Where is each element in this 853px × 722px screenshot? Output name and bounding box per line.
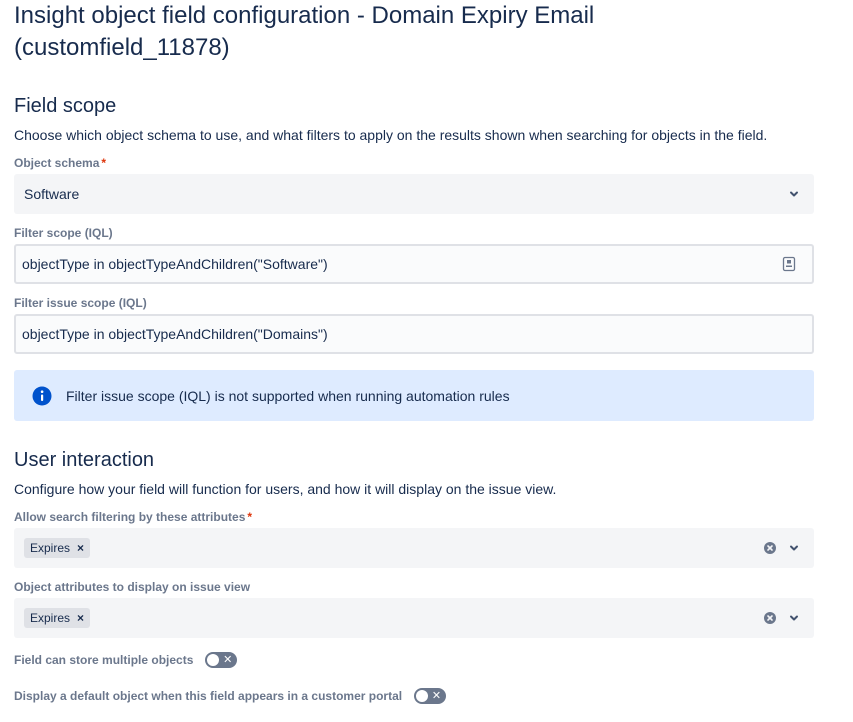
field-scope-description: Choose which object schema to use, and w… (14, 127, 768, 143)
clear-icon[interactable] (764, 542, 776, 554)
default-object-toggle[interactable]: ✕ (414, 688, 447, 704)
object-schema-label: Object schema * (14, 155, 106, 171)
required-mark: * (101, 156, 107, 170)
chevron-down-icon[interactable] (788, 188, 800, 200)
display-attributes-select[interactable]: Expires × (14, 598, 814, 638)
multiple-objects-label: Field can store multiple objects (14, 653, 194, 667)
toggle-off-icon: ✕ (431, 690, 442, 702)
config-page: Insight object field configuration - Dom… (0, 0, 853, 722)
search-filtering-label-text: Allow search filtering by these attribut… (14, 510, 246, 524)
info-icon (32, 386, 52, 406)
toggle-knob (416, 690, 429, 702)
remove-tag-icon[interactable]: × (77, 612, 84, 624)
filter-issue-scope-input[interactable]: objectType in objectTypeAndChildren("Dom… (14, 314, 814, 354)
filter-scope-input[interactable]: objectType in objectTypeAndChildren("Sof… (14, 244, 814, 284)
remove-tag-icon[interactable]: × (77, 542, 84, 554)
chevron-down-icon[interactable] (788, 612, 800, 624)
attribute-tag-label: Expires (30, 611, 71, 625)
info-banner-text: Filter issue scope (IQL) is not supporte… (66, 388, 510, 404)
filter-scope-value: objectType in objectTypeAndChildren("Sof… (22, 256, 328, 272)
required-mark: * (247, 510, 253, 524)
search-filtering-select[interactable]: Expires × (14, 528, 814, 568)
clear-icon[interactable] (764, 612, 776, 624)
page-title: Insight object field configuration - Dom… (14, 2, 595, 61)
default-object-label: Display a default object when this field… (14, 689, 403, 703)
multiple-objects-row: Field can store multiple objects ✕ (14, 652, 238, 668)
field-scope-heading: Field scope (14, 95, 117, 117)
object-schema-value: Software (24, 186, 80, 202)
filter-issue-scope-value: objectType in objectTypeAndChildren("Dom… (22, 326, 328, 342)
search-filtering-label: Allow search filtering by these attribut… (14, 509, 252, 525)
attribute-tag: Expires × (24, 538, 91, 558)
default-object-row: Display a default object when this field… (14, 688, 447, 704)
user-interaction-description: Configure how your field will function f… (14, 481, 557, 497)
toggle-off-icon: ✕ (223, 654, 233, 666)
object-schema-label-text: Object schema (14, 156, 100, 170)
user-interaction-heading: User interaction (14, 449, 155, 471)
document-icon[interactable] (782, 256, 796, 272)
display-attributes-label: Object attributes to display on issue vi… (14, 580, 251, 594)
chevron-down-icon[interactable] (788, 542, 800, 554)
info-banner: Filter issue scope (IQL) is not supporte… (14, 370, 814, 421)
attribute-tag: Expires × (24, 608, 91, 628)
toggle-knob (207, 654, 220, 666)
filter-scope-label: Filter scope (IQL) (14, 226, 113, 240)
object-schema-select[interactable]: Software (14, 174, 814, 214)
attribute-tag-label: Expires (30, 541, 71, 555)
filter-issue-scope-label: Filter issue scope (IQL) (14, 296, 147, 310)
multiple-objects-toggle[interactable]: ✕ (205, 652, 238, 668)
